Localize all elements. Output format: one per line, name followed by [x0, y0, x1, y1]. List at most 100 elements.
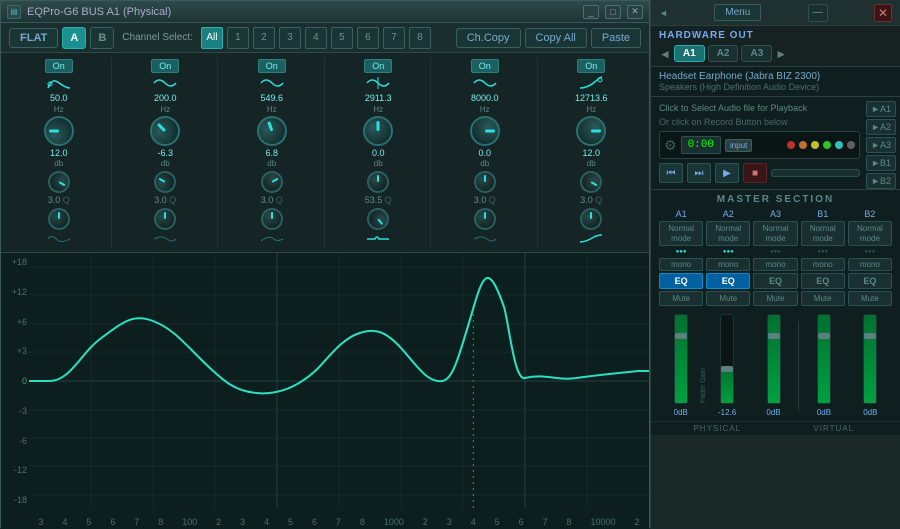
channel-3-button[interactable]: 3: [279, 27, 301, 49]
panel-menu-button[interactable]: Menu: [714, 4, 761, 21]
master-channel-a1: Normalmode ●●● mono EQ Mute: [659, 221, 703, 306]
band2-on-button[interactable]: On: [151, 59, 179, 73]
fader-b1-track[interactable]: [817, 314, 831, 404]
fader-a2-track[interactable]: [720, 314, 734, 404]
band1-q: 3.0 Q: [48, 195, 70, 205]
fader-a3-handle[interactable]: [768, 333, 780, 339]
band4-on-button[interactable]: On: [364, 59, 392, 73]
tab-left-arrow[interactable]: ◄: [659, 47, 671, 61]
band5-q-knob[interactable]: [474, 208, 496, 230]
band4-q-knob[interactable]: [363, 203, 394, 234]
fader-a1-track[interactable]: Fader Gain: [674, 314, 688, 404]
band6-q-knob[interactable]: [580, 208, 602, 230]
ch-a1-mute-btn[interactable]: Mute: [659, 291, 703, 306]
band6-freq-knob[interactable]: [576, 116, 606, 146]
ch-copy-button[interactable]: Ch.Copy: [456, 28, 521, 48]
title-bar: ▤ EQPro-G6 BUS A1 (Physical) _ □ ✕: [1, 1, 649, 23]
forward-button[interactable]: ⏭: [687, 163, 711, 183]
channel-all-button[interactable]: All: [201, 27, 223, 49]
panel-close-button[interactable]: ✕: [874, 4, 892, 22]
flat-button[interactable]: FLAT: [9, 28, 58, 48]
band3-q-knob[interactable]: [261, 208, 283, 230]
ch-b1-mono-btn[interactable]: mono: [801, 258, 845, 271]
band2-q-knob[interactable]: [154, 208, 176, 230]
button-b[interactable]: B: [90, 27, 114, 49]
band1-gain-knob[interactable]: [44, 166, 74, 196]
fader-a3-track[interactable]: [767, 314, 781, 404]
ch-b1-eq-btn[interactable]: EQ: [801, 273, 845, 289]
out-b2-button[interactable]: ►B2: [866, 173, 896, 189]
band1-gain: 12.0db: [50, 148, 68, 168]
ch-b1-mute-btn[interactable]: Mute: [801, 291, 845, 306]
ch-b1-mode-btn[interactable]: Normalmode: [801, 221, 845, 246]
band4-gain-knob[interactable]: [367, 171, 389, 193]
ch-a1-mode-btn[interactable]: Normalmode: [659, 221, 703, 246]
rewind-button[interactable]: ⏮: [659, 163, 683, 183]
panel-minimize-button[interactable]: —: [808, 4, 828, 22]
tab-a1[interactable]: A1: [674, 45, 705, 62]
band1-on-button[interactable]: On: [45, 59, 73, 73]
fader-a1-level: [675, 315, 687, 403]
x-label-3b: 3: [447, 517, 452, 527]
ch-a3-mode-btn[interactable]: Normalmode: [753, 221, 797, 246]
out-a2-button[interactable]: ►A2: [866, 119, 896, 135]
maximize-button[interactable]: □: [605, 5, 621, 19]
band5-freq-knob[interactable]: [470, 116, 500, 146]
ch-b2-mode-btn[interactable]: Normalmode: [848, 221, 892, 246]
panel-left-arrow[interactable]: ◄: [659, 8, 668, 18]
band6-gain-knob[interactable]: [576, 166, 606, 196]
out-a1-button[interactable]: ►A1: [866, 101, 896, 117]
band3-on-button[interactable]: On: [258, 59, 286, 73]
out-a3-button[interactable]: ►A3: [866, 137, 896, 153]
play-button[interactable]: ▶: [715, 163, 739, 183]
tab-a2[interactable]: A2: [708, 45, 739, 62]
ch-a1-eq-btn[interactable]: EQ: [659, 273, 703, 289]
channel-7-button[interactable]: 7: [383, 27, 405, 49]
tab-right-arrow[interactable]: ►: [775, 47, 787, 61]
fader-b2-handle[interactable]: [864, 333, 876, 339]
ch-a2-mode-btn[interactable]: Normalmode: [706, 221, 750, 246]
ch-a2-mono-btn[interactable]: mono: [706, 258, 750, 271]
band4-freq-knob[interactable]: [363, 116, 393, 146]
ch-a2-eq-btn[interactable]: EQ: [706, 273, 750, 289]
button-a[interactable]: A: [62, 27, 86, 49]
band5-gain-knob[interactable]: [474, 171, 496, 193]
band1-q-knob[interactable]: [48, 208, 70, 230]
ch-b2-mono-btn[interactable]: mono: [848, 258, 892, 271]
band2-gain-knob[interactable]: [150, 166, 180, 196]
channel-4-button[interactable]: 4: [305, 27, 327, 49]
fader-b2-track[interactable]: [863, 314, 877, 404]
stop-button[interactable]: ■: [743, 163, 767, 183]
channel-5-button[interactable]: 5: [331, 27, 353, 49]
ch-a2-mute-btn[interactable]: Mute: [706, 291, 750, 306]
band5-on-button[interactable]: On: [471, 59, 499, 73]
fader-b1-handle[interactable]: [818, 333, 830, 339]
channel-6-button[interactable]: 6: [357, 27, 379, 49]
minimize-button[interactable]: _: [583, 5, 599, 19]
channel-8-button[interactable]: 8: [409, 27, 431, 49]
y-label-12p: +12: [3, 287, 27, 297]
copy-all-button[interactable]: Copy All: [525, 28, 587, 48]
paste-button[interactable]: Paste: [591, 28, 641, 48]
close-button[interactable]: ✕: [627, 5, 643, 19]
channel-1-button[interactable]: 1: [227, 27, 249, 49]
band1-freq-knob[interactable]: [44, 116, 74, 146]
ch-a1-mono-btn[interactable]: mono: [659, 258, 703, 271]
tab-a3[interactable]: A3: [741, 45, 772, 62]
ch-b2-eq-btn[interactable]: EQ: [848, 273, 892, 289]
band2-freq-knob[interactable]: [144, 110, 186, 152]
master-ch-a1-label: A1: [659, 209, 703, 219]
fader-a2-handle[interactable]: [721, 366, 733, 372]
ch-a3-mono-btn[interactable]: mono: [753, 258, 797, 271]
band6-on-button[interactable]: On: [577, 59, 605, 73]
channel-2-button[interactable]: 2: [253, 27, 275, 49]
band3-q: 3.0 Q: [261, 195, 283, 205]
ch-a3-mute-btn[interactable]: Mute: [753, 291, 797, 306]
band3-freq-knob[interactable]: [253, 112, 291, 150]
ch-b1-dots: ●●●: [817, 249, 828, 255]
fader-a1-handle[interactable]: [675, 333, 687, 339]
out-b1-button[interactable]: ►B1: [866, 155, 896, 171]
ch-b2-mute-btn[interactable]: Mute: [848, 291, 892, 306]
ch-a3-eq-btn[interactable]: EQ: [753, 273, 797, 289]
band3-gain-knob[interactable]: [257, 166, 287, 196]
